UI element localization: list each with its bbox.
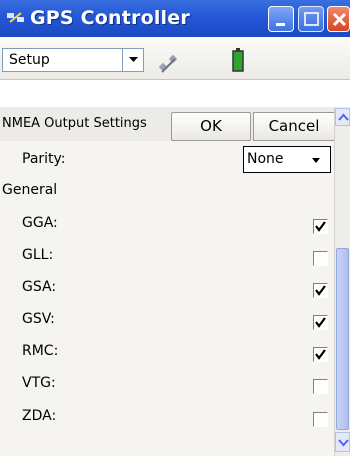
gga-checkbox[interactable] bbox=[313, 219, 328, 234]
gsv-checkbox[interactable] bbox=[313, 315, 328, 330]
vtg-checkbox[interactable] bbox=[313, 379, 328, 394]
zda-checkbox[interactable] bbox=[313, 412, 328, 427]
rmc-checkbox[interactable] bbox=[313, 347, 328, 362]
satellite-icon[interactable] bbox=[158, 54, 180, 76]
chevron-up-icon bbox=[338, 113, 349, 121]
setup-menu[interactable]: Setup bbox=[2, 48, 144, 72]
checkmark-icon bbox=[315, 285, 326, 296]
sentence-label-rmc: RMC: bbox=[22, 343, 59, 359]
parity-label: Parity: bbox=[22, 151, 66, 167]
cancel-button[interactable]: Cancel bbox=[253, 112, 335, 141]
settings-title: NMEA Output Settings bbox=[2, 116, 147, 131]
checkmark-icon bbox=[315, 221, 326, 232]
minimize-icon bbox=[276, 23, 285, 26]
sentence-label-gga: GGA: bbox=[22, 215, 58, 231]
status-strip bbox=[0, 80, 350, 108]
sentence-label-gsv: GSV: bbox=[22, 311, 55, 327]
close-icon bbox=[332, 12, 347, 27]
parity-value: None bbox=[247, 151, 284, 167]
close-button[interactable] bbox=[327, 6, 350, 32]
sentence-label-gll: GLL: bbox=[22, 247, 54, 263]
sentence-label-vtg: VTG: bbox=[22, 375, 56, 391]
gsa-checkbox[interactable] bbox=[313, 283, 328, 298]
checkmark-icon bbox=[315, 317, 326, 328]
checkmark-icon bbox=[315, 349, 326, 360]
sentence-label-zda: ZDA: bbox=[22, 408, 57, 424]
sentence-label-gsa: GSA: bbox=[22, 279, 57, 295]
setup-menu-dropdown[interactable] bbox=[122, 48, 144, 72]
title-bar: GPS Controller bbox=[0, 0, 350, 37]
setup-menu-label: Setup bbox=[9, 52, 50, 68]
chevron-down-icon bbox=[338, 439, 349, 447]
window-title: GPS Controller bbox=[30, 7, 190, 29]
section-general: General bbox=[2, 182, 58, 198]
gll-checkbox[interactable] bbox=[313, 251, 328, 266]
scroll-up-button[interactable] bbox=[335, 108, 350, 126]
maximize-button[interactable] bbox=[298, 6, 324, 32]
battery-icon[interactable] bbox=[232, 48, 244, 72]
scroll-down-button[interactable] bbox=[335, 432, 350, 452]
app-icon bbox=[7, 12, 24, 23]
maximize-icon bbox=[304, 12, 319, 26]
scroll-thumb[interactable] bbox=[336, 248, 349, 430]
chevron-down-icon bbox=[129, 57, 138, 62]
parity-select[interactable]: None bbox=[243, 146, 331, 173]
chevron-down-icon bbox=[312, 158, 320, 163]
minimize-button[interactable] bbox=[268, 6, 294, 32]
ok-button[interactable]: OK bbox=[171, 112, 251, 141]
